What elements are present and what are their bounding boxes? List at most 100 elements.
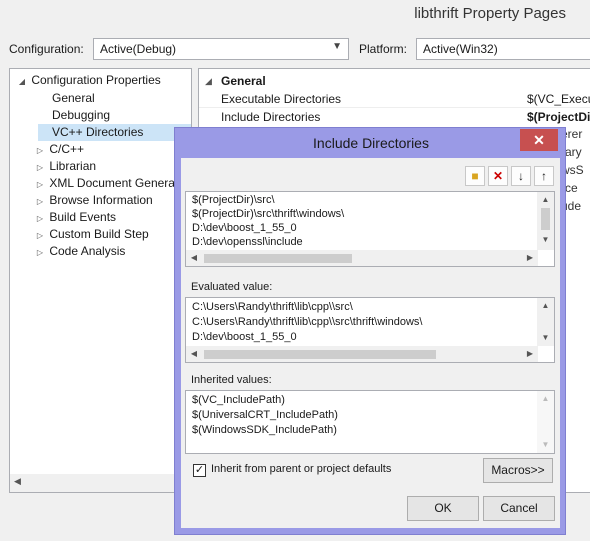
inherited-vertical-scrollbar[interactable]: ▲ ▼	[537, 391, 554, 453]
tree-item-code-analysis[interactable]: ▷ Code Analysis	[34, 243, 125, 260]
chevron-down-icon: ▼	[332, 41, 342, 52]
arrow-up-icon: ↑	[541, 169, 547, 183]
evaluated-vertical-scrollbar[interactable]: ▲ ▼	[537, 298, 554, 346]
evaluated-line: D:\dev\boost_1_55_0	[192, 331, 297, 343]
scroll-right-icon[interactable]: ▶	[522, 250, 538, 266]
scroll-thumb[interactable]	[204, 350, 436, 359]
tree-item-general[interactable]: General	[52, 90, 95, 107]
platform-dropdown[interactable]: Active(Win32)	[416, 38, 590, 60]
tree-item-browse-info[interactable]: ▷ Browse Information	[34, 192, 153, 209]
window-titlebar: libthrift Property Pages	[0, 0, 590, 30]
tree-item-label: XML Document Generat	[49, 176, 179, 190]
grid-row-include-dirs[interactable]: Include Directories $(ProjectDir	[199, 108, 590, 126]
scroll-up-icon[interactable]: ▲	[537, 192, 554, 208]
include-directories-dialog[interactable]: Include Directories ✕ ■ ✕ ↓ ↑ $(ProjectD…	[174, 127, 566, 535]
move-up-button[interactable]: ↑	[534, 166, 554, 186]
scroll-right-icon[interactable]: ▶	[522, 346, 538, 362]
tree-item-label: Librarian	[49, 159, 97, 173]
macros-button[interactable]: Macros>>	[483, 458, 553, 483]
scroll-thumb[interactable]	[204, 254, 352, 263]
move-down-button[interactable]: ↓	[511, 166, 531, 186]
tree-item-label: Build Events	[49, 210, 117, 224]
close-icon: ✕	[533, 132, 545, 148]
new-line-button[interactable]: ■	[465, 166, 485, 186]
new-folder-icon: ■	[471, 169, 479, 183]
entries-horizontal-scrollbar[interactable]: ◀ ▶	[186, 250, 538, 266]
entries-list[interactable]: $(ProjectDir)\src\ $(ProjectDir)\src\thr…	[185, 191, 555, 267]
inherited-line: $(UniversalCRT_IncludePath)	[192, 409, 338, 421]
dialog-body: ■ ✕ ↓ ↑ $(ProjectDir)\src\ $(ProjectDir)…	[181, 158, 560, 528]
tree-root-label: Configuration Properties	[31, 73, 161, 87]
scroll-left-icon[interactable]: ◀	[186, 346, 202, 362]
inherit-checkbox[interactable]: ✓	[193, 464, 206, 477]
tree-item-build-events[interactable]: ▷ Build Events	[34, 209, 116, 226]
tree-root[interactable]: ◢ Configuration Properties	[16, 72, 161, 89]
platform-value: Active(Win32)	[423, 42, 498, 56]
tree-item-label: C/C++	[49, 142, 85, 156]
grid-section-label: General	[221, 74, 266, 88]
tree-item-xml-doc[interactable]: ▷ XML Document Generat	[34, 175, 178, 192]
cancel-button[interactable]: Cancel	[483, 496, 555, 521]
inherited-label: Inherited values:	[191, 374, 272, 386]
scroll-down-icon[interactable]: ▼	[537, 330, 554, 346]
inherited-line: $(VC_IncludePath)	[192, 394, 285, 406]
grid-row-value: $(VC_Executa	[527, 92, 590, 106]
tree-item-c-cpp[interactable]: ▷ C/C++	[34, 141, 84, 158]
tree-item-label: Browse Information	[49, 193, 153, 207]
checkmark-icon: ✓	[194, 464, 205, 476]
inherit-checkbox-label[interactable]: Inherit from parent or project defaults	[211, 463, 391, 475]
tree-item-vc-directories[interactable]: VC++ Directories	[38, 124, 191, 141]
collapsed-triangle-icon: ▷	[36, 180, 44, 189]
grid-row-executable-dirs[interactable]: Executable Directories $(VC_Executa	[199, 90, 590, 108]
entry-line[interactable]: $(ProjectDir)\src\	[192, 194, 275, 206]
collapsed-triangle-icon: ▷	[36, 214, 44, 223]
scroll-left-icon[interactable]: ◀	[186, 250, 202, 266]
close-button[interactable]: ✕	[520, 129, 558, 151]
evaluated-line: C:\Users\Randy\thrift\lib\cpp\\src\	[192, 301, 353, 313]
inherited-box: $(VC_IncludePath) $(UniversalCRT_Include…	[185, 390, 555, 454]
inherited-line: $(WindowsSDK_IncludePath)	[192, 424, 337, 436]
expanded-triangle-icon: ◢	[18, 77, 26, 86]
configuration-label: Configuration:	[9, 42, 84, 56]
property-tree[interactable]: ◢ Configuration Properties General Debug…	[9, 68, 192, 493]
collapsed-triangle-icon: ▷	[36, 163, 44, 172]
tree-item-librarian[interactable]: ▷ Librarian	[34, 158, 96, 175]
arrow-down-icon: ↓	[518, 169, 524, 183]
delete-x-icon: ✕	[492, 169, 504, 183]
scroll-thumb[interactable]	[541, 208, 550, 230]
configuration-value: Active(Debug)	[100, 42, 177, 56]
platform-label: Platform:	[359, 42, 408, 56]
configuration-dropdown[interactable]: Active(Debug) ▼	[93, 38, 349, 60]
evaluated-label: Evaluated value:	[191, 281, 273, 293]
grid-row-value: $(ProjectDir	[527, 110, 590, 124]
evaluated-box: C:\Users\Randy\thrift\lib\cpp\\src\ C:\U…	[185, 297, 555, 363]
tree-item-debugging[interactable]: Debugging	[52, 107, 110, 124]
delete-button[interactable]: ✕	[488, 166, 508, 186]
scroll-up-icon[interactable]: ▲	[537, 391, 554, 407]
collapsed-triangle-icon: ▷	[36, 248, 44, 257]
entries-vertical-scrollbar[interactable]: ▲ ▼	[537, 192, 554, 250]
ok-button[interactable]: OK	[407, 496, 479, 521]
scroll-up-icon[interactable]: ▲	[537, 298, 554, 314]
dialog-title: Include Directories	[313, 135, 429, 151]
tree-horizontal-scrollbar[interactable]: ◀	[9, 474, 192, 493]
tree-item-label: Custom Build Step	[49, 227, 149, 241]
grid-row-name: Include Directories	[221, 110, 321, 124]
evaluated-line: C:\Users\Randy\thrift\lib\cpp\\src\thrif…	[192, 316, 423, 328]
scroll-left-icon[interactable]: ◀	[14, 476, 21, 487]
scroll-down-icon[interactable]: ▼	[537, 232, 554, 248]
tree-item-label: Code Analysis	[49, 244, 126, 258]
collapsed-triangle-icon: ▷	[36, 231, 44, 240]
entry-line[interactable]: D:\dev\openssl\include	[192, 236, 303, 248]
tree-item-custom-build[interactable]: ▷ Custom Build Step	[34, 226, 149, 243]
collapsed-triangle-icon: ▷	[36, 197, 44, 206]
entry-line[interactable]: $(ProjectDir)\src\thrift\windows\	[192, 208, 344, 220]
grid-row-name: Executable Directories	[221, 92, 342, 106]
scroll-down-icon[interactable]: ▼	[537, 437, 554, 453]
grid-section-general[interactable]: ◢ General	[199, 72, 590, 90]
expanded-triangle-icon: ◢	[205, 76, 212, 86]
entry-line[interactable]: D:\dev\boost_1_55_0	[192, 222, 297, 234]
collapsed-triangle-icon: ▷	[36, 146, 44, 155]
evaluated-horizontal-scrollbar[interactable]: ◀ ▶	[186, 346, 538, 362]
window-title: libthrift Property Pages	[414, 5, 566, 22]
